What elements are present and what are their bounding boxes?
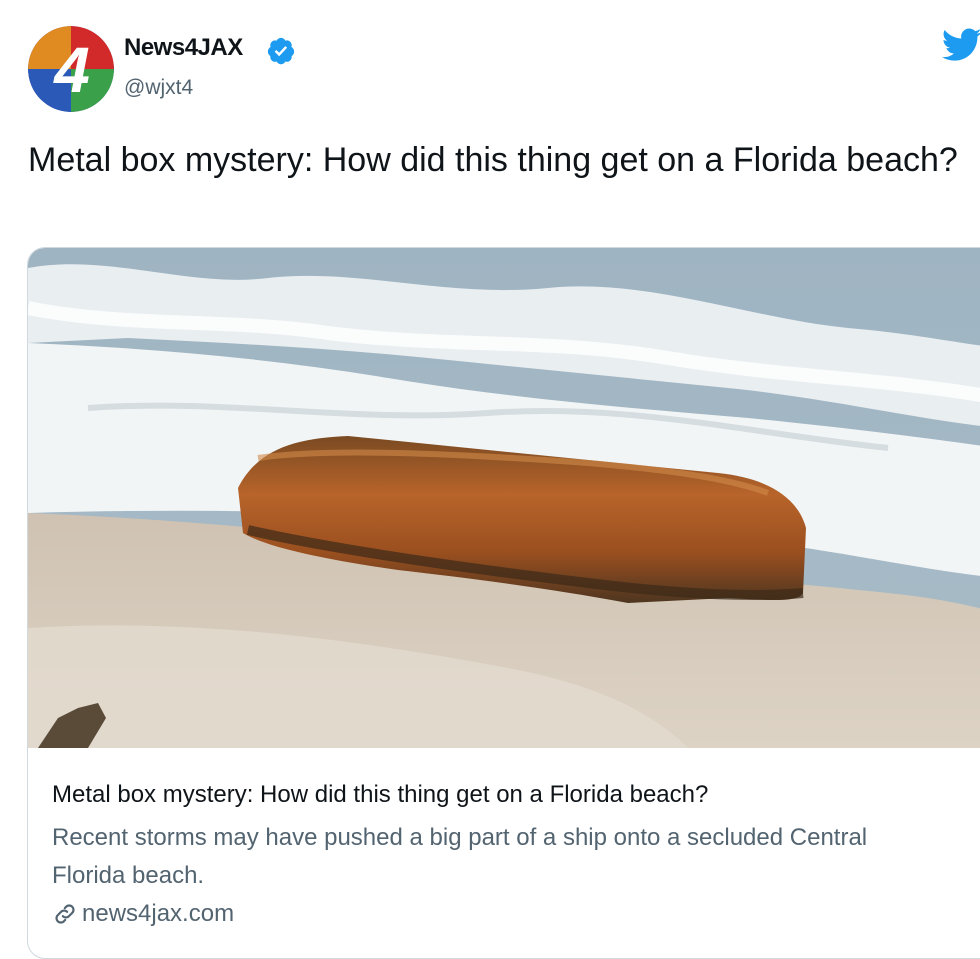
svg-text:4: 4 xyxy=(52,34,90,106)
display-name[interactable]: News4JAX xyxy=(124,34,243,62)
beach-photo[interactable] xyxy=(28,248,980,748)
twitter-bird-icon[interactable] xyxy=(942,28,980,62)
card-domain[interactable]: news4jax.com xyxy=(52,900,234,928)
avatar[interactable]: 4 xyxy=(28,26,114,112)
handle[interactable]: @wjxt4 xyxy=(124,76,193,100)
verified-badge-icon xyxy=(267,37,295,65)
card-description: Recent storms may have pushed a big part… xyxy=(52,824,868,889)
news4jax-logo-icon: 4 xyxy=(28,26,114,112)
card-title[interactable]: Metal box mystery: How did this thing ge… xyxy=(52,781,972,809)
tweet-text: Metal box mystery: How did this thing ge… xyxy=(28,141,958,179)
link-preview-card[interactable]: Metal box mystery: How did this thing ge… xyxy=(27,247,980,959)
card-domain-text[interactable]: news4jax.com xyxy=(82,900,234,928)
link-icon xyxy=(55,904,75,924)
